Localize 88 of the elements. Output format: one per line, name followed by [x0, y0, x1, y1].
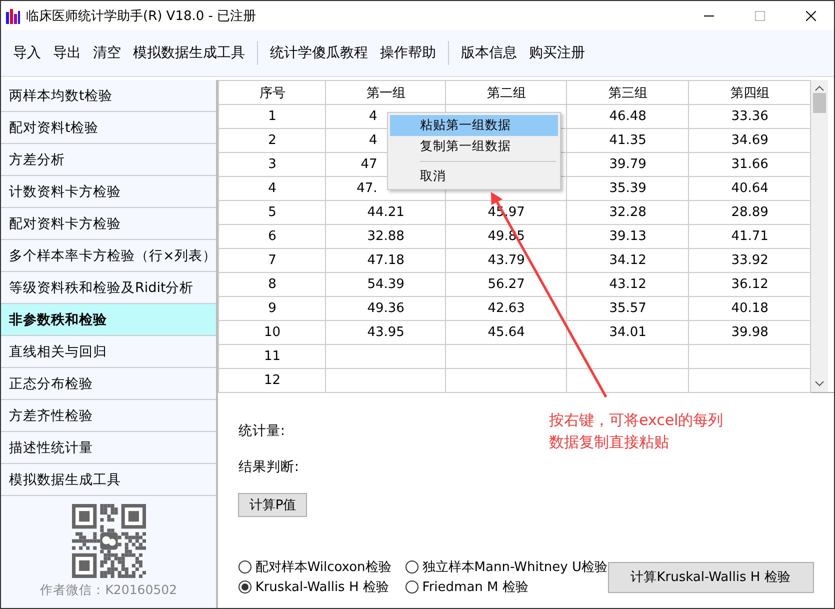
- sidebar-item[interactable]: 非参数秩和检验: [1, 304, 216, 336]
- table-cell: 31.66: [688, 152, 811, 176]
- table-cell: 35.57: [566, 296, 689, 320]
- table-cell: 4: [218, 176, 326, 200]
- column-header: 第一组: [326, 80, 446, 104]
- table-cell: 54.39: [326, 272, 446, 296]
- annotation-text: 数据复制直接粘贴: [549, 432, 670, 453]
- method-radio[interactable]: Kruskal-Wallis H 检验: [238, 578, 392, 596]
- window-title: 临床医师统计学助手(R) V18.0 - 已注册: [26, 8, 258, 24]
- scrollbar[interactable]: [811, 80, 828, 392]
- table-cell: 56.27: [446, 272, 567, 296]
- table-cell: 43.12: [566, 272, 689, 296]
- menu-item[interactable]: 粘贴第一组数据: [390, 115, 558, 136]
- table-cell: 9: [218, 296, 326, 320]
- table-cell: 32.28: [566, 200, 689, 224]
- sidebar-item[interactable]: 多个样本率卡方检验（行×列表）: [1, 240, 216, 272]
- table-cell: 41.71: [688, 224, 811, 248]
- toolbar-button[interactable]: 模拟数据生成工具: [127, 40, 251, 66]
- maximize-icon: [755, 10, 765, 20]
- annotation-text: 按右键，可将excel的每列: [549, 410, 724, 431]
- table-cell: 33.92: [688, 248, 811, 272]
- sidebar-item[interactable]: 计数资料卡方检验: [1, 176, 216, 208]
- table-cell: 39.98: [688, 320, 811, 344]
- column-header: 第二组: [446, 80, 567, 104]
- table-cell: 3: [218, 152, 326, 176]
- table-cell: 44.21: [326, 200, 446, 224]
- run-test-button[interactable]: 计算Kruskal-Wallis H 检验: [608, 562, 814, 592]
- table-cell: 40.18: [688, 296, 811, 320]
- table-cell: 12: [218, 368, 326, 392]
- toolbar-button[interactable]: 清空: [87, 40, 127, 66]
- table-cell: 40.64: [688, 176, 811, 200]
- toolbar-button[interactable]: 导入: [7, 40, 47, 66]
- table-cell: 34.69: [688, 128, 811, 152]
- sidebar-item[interactable]: 方差齐性检验: [1, 400, 216, 432]
- bar-chart-icon: [5, 8, 21, 24]
- close-icon: [806, 10, 816, 20]
- sidebar-item[interactable]: 配对资料卡方检验: [1, 208, 216, 240]
- table-cell: 41.35: [566, 128, 689, 152]
- table-cell: 7: [218, 248, 326, 272]
- table-cell: 42.63: [446, 296, 567, 320]
- method-radio[interactable]: 配对样本Wilcoxon检验: [238, 558, 392, 576]
- method-radio[interactable]: Friedman M 检验: [405, 578, 608, 596]
- table-cell: 28.89: [688, 200, 811, 224]
- sidebar-item[interactable]: 直线相关与回归: [1, 336, 216, 368]
- compute-p-button[interactable]: 计算P值: [238, 493, 308, 517]
- result-label: 结果判断:: [238, 458, 299, 477]
- table-cell: 32.88: [326, 224, 446, 248]
- table-cell: 11: [218, 344, 326, 368]
- table-cell: 39.79: [566, 152, 689, 176]
- table-cell: 46.48: [566, 104, 689, 128]
- column-header: 第三组: [566, 80, 689, 104]
- toolbar-button[interactable]: 统计学傻瓜教程: [264, 40, 374, 66]
- table-cell: 43.95: [326, 320, 446, 344]
- table-cell: 34.01: [566, 320, 689, 344]
- qr-code-icon: [72, 504, 146, 578]
- toolbar-button[interactable]: 操作帮助: [374, 40, 442, 66]
- table-cell: 43.79: [446, 248, 567, 272]
- table-cell: 47.18: [326, 248, 446, 272]
- sidebar-item[interactable]: 方差分析: [1, 144, 216, 176]
- table-cell: 39.13: [566, 224, 689, 248]
- toolbar-button[interactable]: 版本信息: [455, 40, 523, 66]
- scroll-thumb[interactable]: [813, 93, 826, 113]
- author-contact: 作者微信：K20160502: [40, 582, 178, 599]
- sidebar-item[interactable]: 两样本均数t检验: [1, 80, 216, 112]
- table-cell: 33.36: [688, 104, 811, 128]
- scroll-down-icon: [815, 381, 824, 387]
- table-cell: 10: [218, 320, 326, 344]
- statistic-label: 统计量:: [238, 422, 285, 441]
- method-radio[interactable]: 独立样本Mann-Whitney U检验: [405, 558, 608, 576]
- table-cell: 36.12: [688, 272, 811, 296]
- column-header: 序号: [218, 80, 326, 104]
- table-cell: 34.12: [566, 248, 689, 272]
- sidebar-item[interactable]: 正态分布检验: [1, 368, 216, 400]
- table-cell: 35.39: [566, 176, 689, 200]
- sidebar-item[interactable]: 配对资料t检验: [1, 112, 216, 144]
- table-cell: 8: [218, 272, 326, 296]
- table-cell: 45.64: [446, 320, 567, 344]
- column-header: 第四组: [688, 80, 811, 104]
- table-cell: 6: [218, 224, 326, 248]
- table-cell: 1: [218, 104, 326, 128]
- sidebar-item[interactable]: 描述性统计量: [1, 432, 216, 464]
- table-cell: 5: [218, 200, 326, 224]
- table-cell: 2: [218, 128, 326, 152]
- table-cell: 49.36: [326, 296, 446, 320]
- sidebar-item[interactable]: 模拟数据生成工具: [1, 464, 216, 496]
- toolbar-button[interactable]: 导出: [47, 40, 87, 66]
- toolbar-button[interactable]: 购买注册: [523, 40, 591, 66]
- scroll-up-icon: [815, 85, 824, 91]
